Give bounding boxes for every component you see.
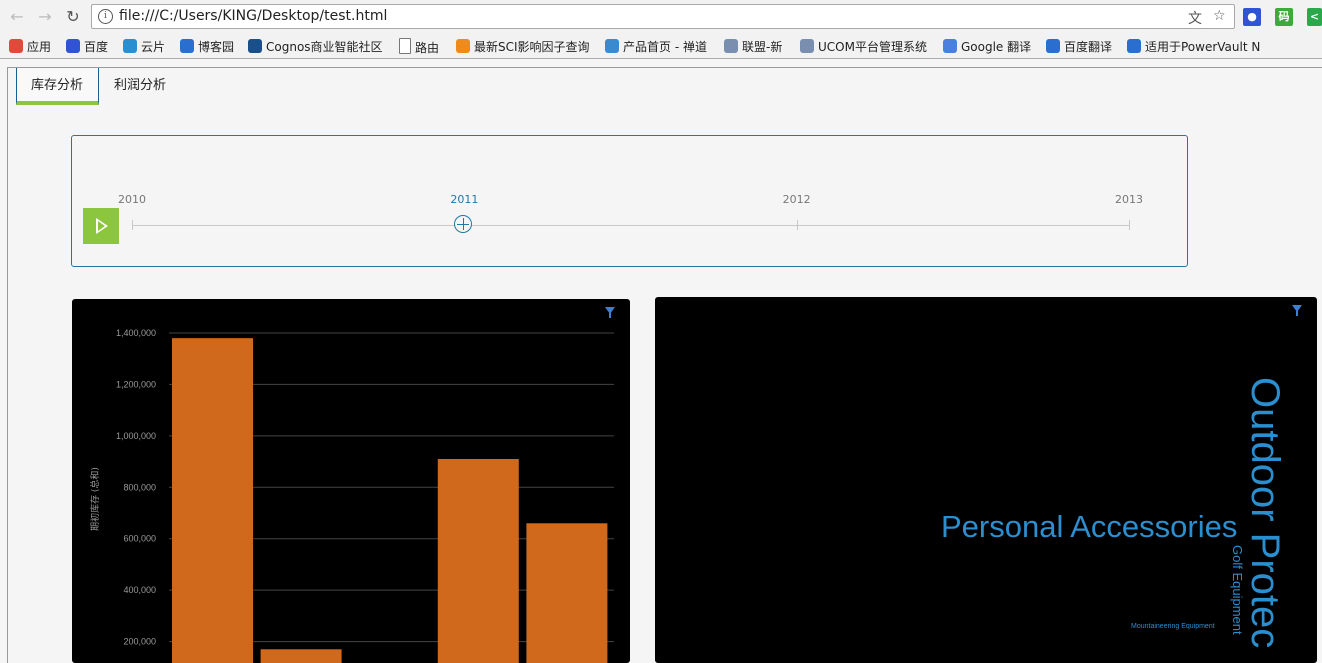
- year-timeline: 2010 2011 2012 2013: [71, 135, 1188, 267]
- tab-inventory-analysis[interactable]: 库存分析: [16, 68, 99, 105]
- bookmark-label: Google 翻译: [961, 40, 1032, 54]
- bookmark-item[interactable]: 百度: [66, 38, 108, 55]
- code-extension-icon[interactable]: 码: [1275, 8, 1293, 26]
- bar[interactable]: [172, 338, 253, 663]
- y-axis-label: 期初库存 (总和): [89, 467, 101, 531]
- blog-icon: [180, 39, 194, 53]
- cognos-icon: [248, 39, 262, 53]
- page-content: 库存分析 利润分析 2010 2011 2012 2013 1,400,000 1,20…: [7, 67, 1322, 663]
- bar[interactable]: [260, 649, 342, 663]
- globe-icon: [800, 39, 814, 53]
- apps-grid-icon: [9, 39, 23, 53]
- reload-icon[interactable]: ↻: [63, 7, 83, 27]
- bookmark-item[interactable]: 适用于PowerVault N: [1127, 38, 1260, 55]
- google-translate-icon: [943, 39, 957, 53]
- tab-profit-analysis[interactable]: 利润分析: [100, 68, 180, 105]
- word-cloud-panel: Outdoor Protec Personal Accessories Golf…: [655, 297, 1317, 663]
- timeline-year-label[interactable]: 2012: [783, 193, 811, 206]
- bookmark-item[interactable]: 云片: [123, 38, 165, 55]
- bookmark-label: 路由: [415, 41, 440, 55]
- word-cloud-word[interactable]: Golf Equipment: [1230, 545, 1245, 635]
- bar[interactable]: [526, 523, 608, 663]
- timeline-tick: [1129, 220, 1130, 230]
- star-bookmark-icon[interactable]: ☆: [1213, 8, 1226, 24]
- dell-icon: [1127, 39, 1141, 53]
- word-cloud-word[interactable]: Mountaineering Equipment: [1131, 623, 1215, 630]
- bookmark-item[interactable]: 百度翻译: [1046, 38, 1112, 55]
- back-arrow-icon[interactable]: ←: [7, 7, 27, 27]
- timeline-handle[interactable]: [454, 215, 472, 233]
- y-tick-label: 1,200,000: [116, 379, 156, 389]
- bookmark-label: Cognos商业智能社区: [266, 40, 383, 54]
- y-tick-label: 200,000: [123, 637, 156, 647]
- y-tick-label: 600,000: [123, 534, 156, 544]
- timeline-track[interactable]: [132, 225, 1129, 226]
- cloud-icon: [123, 39, 137, 53]
- baidu-paw-icon: [66, 39, 80, 53]
- globe-icon: [724, 39, 738, 53]
- bookmark-item[interactable]: UCOM平台管理系统: [800, 38, 927, 55]
- bookmarks-bar: 应用 百度 云片 博客园 Cognos商业智能社区 路由 最新SCI影响因子查询 产品首页 -…: [0, 34, 1322, 59]
- bookmark-item[interactable]: 联盟-新: [724, 38, 782, 55]
- bookmark-item[interactable]: Google 翻译: [943, 38, 1031, 55]
- timeline-year-label[interactable]: 2011: [450, 193, 478, 206]
- globe-icon: [605, 39, 619, 53]
- baidu-extension-icon[interactable]: ●: [1243, 8, 1261, 26]
- y-tick-label: 1,000,000: [116, 431, 156, 441]
- bookmark-label: 适用于PowerVault N: [1145, 40, 1261, 54]
- timeline-tick: [132, 220, 133, 230]
- bookmark-label: 联盟-新: [742, 40, 783, 54]
- bookmark-item[interactable]: 最新SCI影响因子查询: [456, 38, 590, 55]
- timeline-tick: [796, 220, 798, 230]
- bookmark-item[interactable]: 应用: [9, 38, 51, 55]
- bookmark-item[interactable]: Cognos商业智能社区: [248, 38, 383, 55]
- bookmark-label: 博客园: [198, 40, 235, 54]
- bookmark-label: 应用: [27, 40, 52, 54]
- bookmark-label: 产品首页 - 禅道: [623, 40, 707, 54]
- bookmark-label: 云片: [141, 40, 166, 54]
- play-icon: [96, 218, 108, 234]
- bookmark-item[interactable]: 产品首页 - 禅道: [605, 38, 707, 55]
- y-tick-label: 400,000: [123, 585, 156, 595]
- address-bar[interactable]: i file:///C:/Users/KING/Desktop/test.htm…: [91, 4, 1235, 29]
- filter-icon[interactable]: [1292, 305, 1302, 316]
- play-button[interactable]: [83, 208, 119, 244]
- browser-toolbar: ← → ↻ i file:///C:/Users/KING/Desktop/te…: [0, 0, 1322, 34]
- translate-icon: [1046, 39, 1060, 53]
- translate-page-icon[interactable]: 文: [1188, 8, 1202, 28]
- forward-arrow-icon[interactable]: →: [35, 7, 55, 27]
- y-tick-label: 800,000: [123, 482, 156, 492]
- bar-chart: 1,400,000 1,200,000 1,000,000 800,000 600,00…: [89, 328, 614, 663]
- info-icon[interactable]: i: [98, 9, 113, 24]
- url-text[interactable]: file:///C:/Users/KING/Desktop/test.html: [119, 8, 387, 24]
- bookmark-label: 百度翻译: [1064, 40, 1113, 54]
- timeline-year-label[interactable]: 2013: [1115, 193, 1143, 206]
- word-cloud-word[interactable]: Personal Accessories: [941, 509, 1237, 545]
- timeline-year-label[interactable]: 2010: [118, 193, 146, 206]
- bar[interactable]: [437, 459, 519, 663]
- bookmark-label: 最新SCI影响因子查询: [474, 40, 590, 54]
- bookmark-item[interactable]: 博客园: [180, 38, 234, 55]
- share-extension-icon[interactable]: <: [1307, 8, 1322, 26]
- p-circle-icon: [456, 39, 470, 53]
- bookmark-label: 百度: [84, 40, 109, 54]
- bookmark-label: UCOM平台管理系统: [818, 40, 927, 54]
- word-cloud-word[interactable]: Outdoor Protec: [1242, 377, 1287, 648]
- y-tick-label: 1,400,000: [116, 328, 156, 338]
- page-icon: [399, 38, 411, 54]
- bar-chart-panel: 1,400,000 1,200,000 1,000,000 800,000 600,00…: [72, 299, 630, 663]
- bookmark-item[interactable]: 路由: [399, 38, 439, 56]
